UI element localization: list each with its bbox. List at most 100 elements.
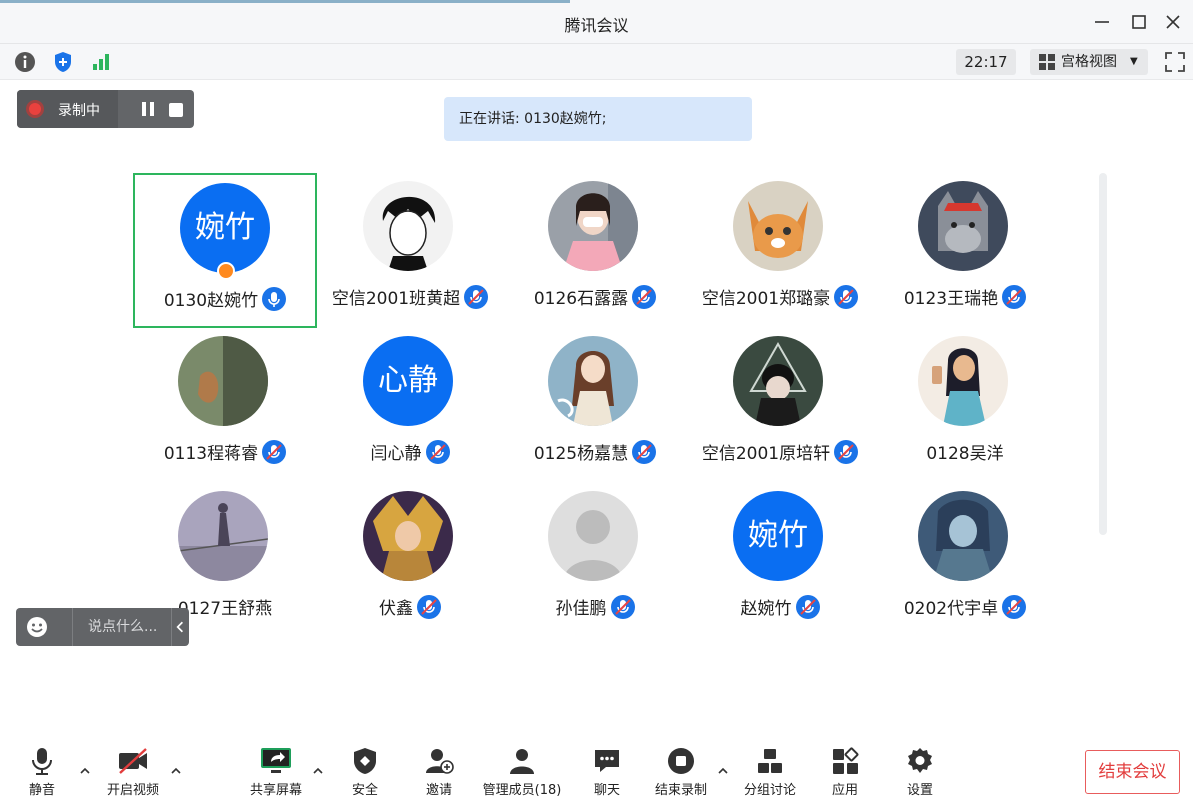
avatar bbox=[733, 336, 823, 426]
mute-label: 静音 bbox=[28, 783, 55, 798]
participant-name: 空信2001原培轩 bbox=[701, 444, 831, 464]
signal-strength-icon[interactable] bbox=[89, 50, 113, 74]
end-recording-label: 结束录制 bbox=[654, 783, 707, 798]
avatar bbox=[178, 491, 268, 581]
mute-button[interactable]: 静音 bbox=[0, 746, 87, 800]
invite-button[interactable]: 邀请 bbox=[394, 746, 484, 800]
microphone-muted-icon bbox=[795, 595, 820, 619]
chevron-left-icon[interactable] bbox=[171, 608, 189, 646]
participant-tile[interactable]: 婉竹 赵婉竹 bbox=[688, 483, 872, 638]
view-mode-dropdown[interactable]: 宫格视图 ▼ bbox=[1030, 49, 1148, 75]
participant-name: 0127王舒燕 bbox=[177, 599, 273, 619]
participant-tile[interactable]: 婉竹 0130赵婉竹 bbox=[133, 173, 317, 328]
participant-tile[interactable]: 孙佳鹏 bbox=[503, 483, 687, 638]
microphone-muted-icon bbox=[417, 595, 441, 619]
participant-tile[interactable]: 空信2001郑璐豪 bbox=[688, 173, 872, 328]
avatar bbox=[178, 336, 268, 426]
record-dot-icon bbox=[26, 100, 44, 118]
participant-tile[interactable]: 伏鑫 bbox=[318, 483, 502, 638]
maximize-icon[interactable] bbox=[1127, 10, 1151, 34]
chat-input[interactable]: 说点什么... bbox=[72, 608, 170, 646]
avatar bbox=[918, 491, 1008, 581]
avatar bbox=[548, 336, 638, 426]
microphone-muted-icon bbox=[425, 440, 450, 464]
gear-icon bbox=[908, 748, 932, 773]
minimize-icon[interactable] bbox=[1090, 10, 1114, 34]
participant-tile[interactable]: 空信2001原培轩 bbox=[688, 328, 872, 483]
window-title: 腾讯会议 bbox=[564, 16, 629, 35]
participant-name: 0130赵婉竹 bbox=[163, 291, 259, 311]
emoji-icon[interactable] bbox=[26, 616, 48, 638]
microphone-muted-icon bbox=[1002, 595, 1027, 619]
settings-button[interactable]: 设置 bbox=[875, 746, 965, 800]
avatar: 婉竹 bbox=[733, 491, 823, 581]
video-off-icon bbox=[119, 748, 147, 774]
microphone-muted-icon bbox=[1002, 285, 1027, 309]
participant-grid: 婉竹 0130赵婉竹 空信2001班黄超 0126石露露 空信2001郑璐豪 0… bbox=[133, 173, 1058, 653]
recording-control: 录制中 bbox=[17, 90, 194, 128]
grid-view-icon bbox=[1039, 54, 1055, 70]
shield-icon bbox=[354, 748, 376, 774]
invite-label: 邀请 bbox=[425, 783, 452, 798]
participant-name: 0113程蒋睿 bbox=[163, 444, 259, 464]
close-icon[interactable] bbox=[1161, 10, 1185, 34]
avatar bbox=[548, 491, 638, 581]
microphone-muted-icon bbox=[632, 285, 657, 309]
participant-name: 0123王瑞艳 bbox=[903, 289, 999, 309]
chevron-up-icon[interactable] bbox=[169, 764, 183, 778]
participant-tile[interactable]: 0123王瑞艳 bbox=[873, 173, 1057, 328]
fullscreen-icon[interactable] bbox=[1163, 50, 1187, 74]
microphone-muted-icon bbox=[262, 440, 287, 464]
stop-record-icon bbox=[668, 748, 694, 774]
avatar bbox=[918, 181, 1008, 271]
pause-icon[interactable] bbox=[138, 99, 158, 119]
title-accent-line bbox=[0, 0, 570, 3]
avatar bbox=[918, 336, 1008, 426]
host-icon bbox=[217, 262, 235, 280]
microphone-active-icon bbox=[262, 287, 287, 311]
participant-tile[interactable]: 空信2001班黄超 bbox=[318, 173, 502, 328]
avatar: 心静 bbox=[363, 336, 453, 426]
participant-tile[interactable]: 0113程蒋睿 bbox=[133, 328, 317, 483]
participant-name: 孙佳鹏 bbox=[555, 599, 607, 619]
participant-name-row: 0123王瑞艳 bbox=[853, 284, 1077, 309]
manage-members-button[interactable]: 管理成员(18) bbox=[477, 746, 567, 800]
participant-name: 空信2001班黄超 bbox=[331, 289, 461, 309]
stop-icon[interactable] bbox=[168, 102, 184, 118]
quick-chat-box[interactable]: 说点什么... bbox=[16, 608, 189, 646]
participant-name: 闫心静 bbox=[370, 444, 422, 464]
end-recording-button[interactable]: 结束录制 bbox=[636, 746, 726, 800]
participant-tile[interactable]: 0125杨嘉慧 bbox=[503, 328, 687, 483]
settings-label: 设置 bbox=[906, 783, 933, 798]
security-shield-icon[interactable] bbox=[51, 50, 75, 74]
bottom-toolbar: 静音 开启视频 共享屏幕 安全 邀请 管理成员(18) 聊天 结束录制 分组讨论… bbox=[0, 740, 1193, 803]
manage-members-label: 管理成员(18) bbox=[482, 783, 562, 798]
add-user-icon bbox=[426, 749, 454, 774]
participant-name: 赵婉竹 bbox=[740, 599, 792, 619]
video-button[interactable]: 开启视频 bbox=[88, 746, 178, 800]
participant-tile[interactable]: 0128吴洋 bbox=[873, 328, 1057, 483]
apps-icon bbox=[833, 747, 859, 774]
share-screen-button[interactable]: 共享屏幕 bbox=[231, 746, 321, 800]
breakout-icon bbox=[758, 749, 782, 773]
grid-scrollbar[interactable] bbox=[1099, 173, 1107, 535]
participant-name: 空信2001郑璐豪 bbox=[701, 289, 831, 309]
participant-tile[interactable]: 0126石露露 bbox=[503, 173, 687, 328]
end-meeting-button[interactable]: 结束会议 bbox=[1085, 750, 1180, 794]
chat-icon bbox=[595, 750, 619, 772]
title-bar: 腾讯会议 bbox=[0, 0, 1193, 44]
avatar bbox=[363, 181, 453, 271]
microphone-icon bbox=[32, 748, 52, 775]
avatar bbox=[363, 491, 453, 581]
participant-name: 0126石露露 bbox=[533, 289, 629, 309]
participant-name-row: 0202代宇卓 bbox=[853, 594, 1077, 619]
view-mode-label: 宫格视图 bbox=[1061, 54, 1117, 70]
microphone-muted-icon bbox=[610, 595, 635, 619]
info-icon[interactable] bbox=[13, 50, 37, 74]
participant-tile[interactable]: 心静 闫心静 bbox=[318, 328, 502, 483]
participant-name-row: 0128吴洋 bbox=[853, 439, 1077, 464]
avatar: 婉竹 bbox=[180, 183, 270, 273]
avatar bbox=[733, 181, 823, 271]
participant-tile[interactable]: 0202代宇卓 bbox=[873, 483, 1057, 638]
recording-status: 录制中 bbox=[17, 90, 118, 128]
